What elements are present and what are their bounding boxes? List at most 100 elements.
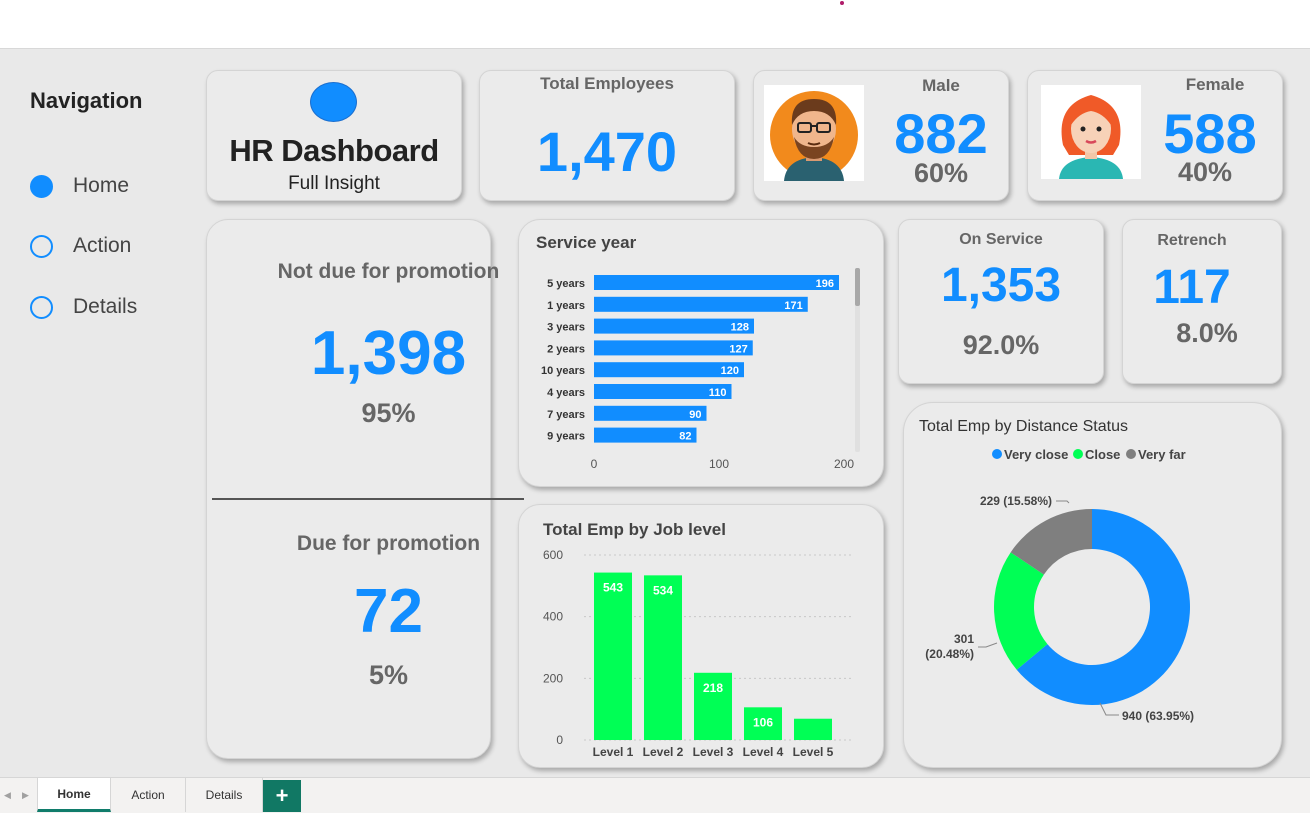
- leader-line: [1099, 702, 1119, 716]
- category-label: 7 years: [547, 409, 585, 421]
- bar-value-label: 110: [709, 387, 727, 399]
- distance-chart: Total Emp by Distance Status Very close C…: [919, 418, 1194, 723]
- category-label: 10 years: [541, 365, 585, 377]
- job-level-title: Total Emp by Job level: [543, 520, 726, 539]
- x-tick-label: 100: [709, 457, 729, 471]
- legend-marker: [1073, 449, 1083, 459]
- female-pct: 40%: [1177, 157, 1233, 187]
- job-level-card: Total Emp by Job level 0 200 400 600 543 Leve…: [518, 504, 884, 768]
- not-due-promotion-label: Not due for promotion: [277, 260, 500, 283]
- male-pct: 60%: [913, 158, 969, 188]
- male-avatar-icon: [770, 91, 858, 181]
- y-tick-label: 0: [556, 733, 563, 747]
- distance-card: Total Emp by Distance Status Very close C…: [903, 402, 1282, 768]
- x-category-label: Level 1: [593, 745, 634, 759]
- bar-value-label: 196: [816, 278, 834, 290]
- retrench-label: Retrench: [1157, 232, 1227, 249]
- total-employees-label: Total Employees: [540, 74, 674, 93]
- male-avatar: [764, 85, 864, 181]
- logo-circle-icon: [310, 82, 357, 122]
- bar: [594, 296, 808, 312]
- legend-label: Close: [1085, 447, 1120, 462]
- category-label: 2 years: [547, 343, 585, 355]
- x-category-label: Level 4: [743, 745, 784, 759]
- male-value: 882: [894, 102, 988, 165]
- tab-action[interactable]: Action: [111, 778, 186, 812]
- x-tick-label: 200: [834, 457, 854, 471]
- female-avatar: [1041, 85, 1141, 179]
- promotion-divider: [212, 498, 524, 500]
- legend-label: Very close: [1004, 447, 1068, 462]
- add-page-button[interactable]: +: [263, 780, 301, 812]
- radio-selected-icon: [30, 174, 53, 198]
- bar: [594, 275, 839, 290]
- legend-label: Very far: [1138, 447, 1186, 462]
- bar-value-label: 127: [729, 343, 747, 355]
- navigation-title: Navigation: [30, 88, 143, 113]
- x-category-label: Level 5: [793, 745, 834, 759]
- top-bar: [0, 0, 1310, 48]
- bar-value-label: 534: [653, 583, 673, 597]
- nav-item-details[interactable]: Details: [30, 292, 137, 322]
- service-year-title: Service year: [536, 233, 637, 252]
- female-label: Female: [1185, 75, 1245, 94]
- bar-value-label: 106: [753, 715, 773, 729]
- leader-line: [1056, 500, 1070, 504]
- retrench-value: 117: [1153, 261, 1231, 314]
- tab-scroll-left-icon[interactable]: ◀: [4, 790, 11, 801]
- page-tab-bar: ◀ ▶ Home Action Details +: [0, 777, 1310, 813]
- y-tick-label: 400: [543, 610, 563, 624]
- legend-marker: [1126, 449, 1136, 459]
- nav-item-label: Details: [73, 295, 138, 318]
- service-year-card: Service year 5 years 196 1 years 171 3 years…: [518, 219, 884, 487]
- female-card: Female 588 40%: [1027, 70, 1283, 201]
- y-tick-label: 600: [543, 548, 563, 562]
- slice-data-label: 301: [954, 632, 974, 646]
- not-due-promotion-pct: 95%: [361, 398, 416, 428]
- nav-item-label: Home: [73, 174, 130, 197]
- bar: [794, 718, 832, 740]
- retrench-card: Retrench 117 8.0%: [1122, 219, 1282, 384]
- bar-value-label: 82: [679, 431, 691, 443]
- radio-unselected-icon: [30, 295, 53, 319]
- tab-details[interactable]: Details: [186, 778, 263, 812]
- male-label: Male: [922, 76, 960, 95]
- bar-value-label: 218: [703, 681, 723, 695]
- nav-item-action[interactable]: Action: [30, 231, 131, 261]
- on-service-pct: 92.0%: [962, 330, 1040, 360]
- due-promotion-label: Due for promotion: [296, 532, 481, 555]
- report-window: Navigation Home Action Details HR Dashbo…: [0, 0, 1310, 813]
- total-employees-card: Total Employees 1,470: [479, 70, 735, 201]
- category-label: 1 years: [547, 300, 585, 312]
- job-level-chart: Total Emp by Job level 0 200 400 600 543 Leve…: [543, 520, 851, 759]
- service-year-chart: Service year 5 years 196 1 years 171 3 years…: [536, 233, 860, 471]
- y-tick-label: 200: [543, 671, 563, 685]
- category-label: 3 years: [547, 322, 585, 334]
- bar: [594, 572, 632, 740]
- bar-value-label: 543: [603, 581, 623, 595]
- x-category-label: Level 2: [643, 745, 684, 759]
- category-label: 5 years: [547, 278, 585, 290]
- dashboard-subtitle: Full Insight: [288, 173, 380, 194]
- promotion-card: Not due for promotion 1,398 95% Due for …: [206, 219, 499, 759]
- retrench-pct: 8.0%: [1176, 318, 1238, 348]
- slice-data-label: 940 (63.95%): [1122, 709, 1194, 723]
- nav-item-label: Action: [73, 234, 132, 257]
- nav-item-home[interactable]: Home: [30, 171, 129, 201]
- slice-data-label: (20.48%): [925, 647, 974, 661]
- leader-line: [978, 642, 998, 648]
- scrollbar-thumb[interactable]: [855, 268, 860, 306]
- title-card: HR Dashboard Full Insight: [206, 70, 462, 201]
- legend-marker: [992, 449, 1002, 459]
- indicator-dot: [840, 1, 844, 5]
- tab-scroll-right-icon[interactable]: ▶: [22, 790, 29, 801]
- due-promotion-value: 72: [354, 577, 423, 646]
- male-card: Male 882 60%: [753, 70, 1009, 201]
- bar-value-label: 120: [721, 365, 739, 377]
- bar-value-label: 171: [784, 300, 802, 312]
- category-label: 4 years: [547, 387, 585, 399]
- tab-home[interactable]: Home: [37, 778, 111, 812]
- due-promotion-pct: 5%: [368, 660, 409, 690]
- bar-value-label: 90: [689, 409, 701, 421]
- on-service-card: On Service 1,353 92.0%: [898, 219, 1104, 384]
